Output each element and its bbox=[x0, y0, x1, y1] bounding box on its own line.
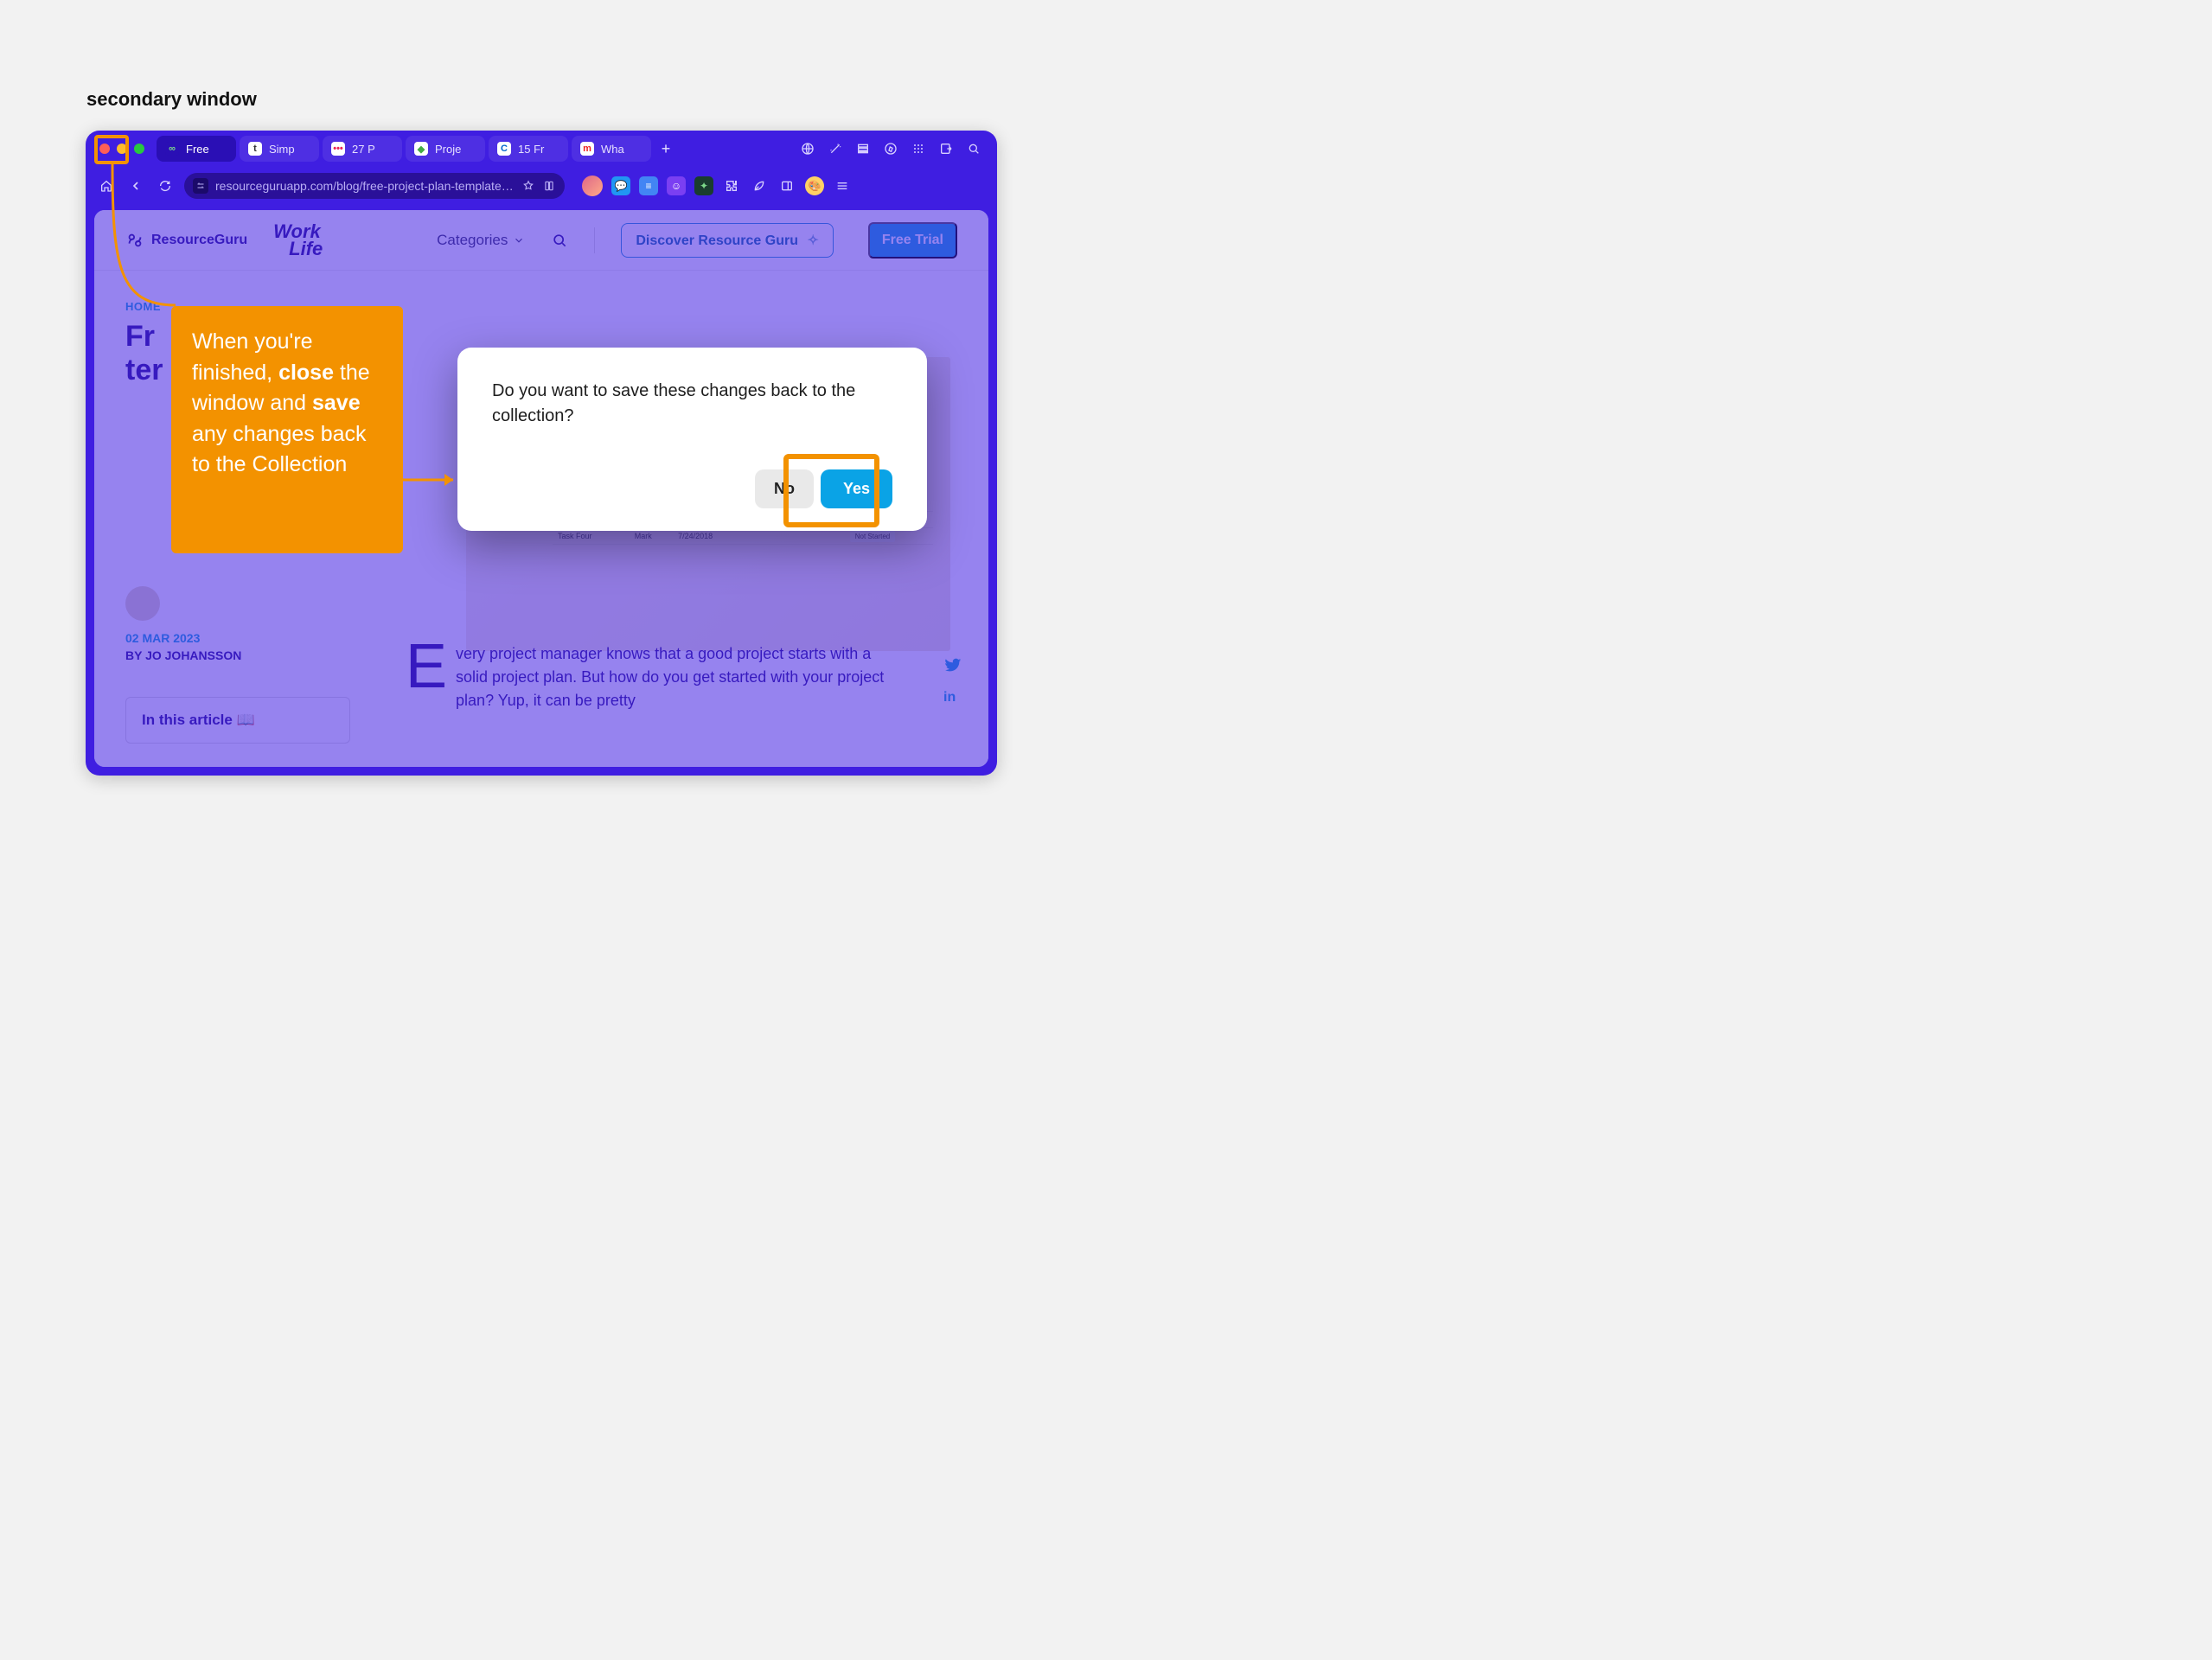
dropcap: E bbox=[406, 642, 447, 693]
menu-icon[interactable] bbox=[833, 176, 852, 195]
tab-favicon: ◆ bbox=[414, 142, 428, 156]
profile-avatar[interactable] bbox=[582, 176, 603, 196]
list-icon[interactable] bbox=[855, 141, 871, 156]
globe-icon[interactable] bbox=[800, 141, 815, 156]
logo-worklife[interactable]: Work Life bbox=[273, 223, 323, 258]
tab-favicon: C bbox=[497, 142, 511, 156]
save-changes-dialog: Do you want to save these changes back t… bbox=[457, 348, 927, 531]
site-header: ResourceGuru Work Life Categories Discov… bbox=[94, 210, 988, 271]
sidepanel-icon[interactable] bbox=[777, 176, 796, 195]
logo-worklife-line2: Life bbox=[289, 240, 323, 258]
article-body: E very project manager knows that a good… bbox=[406, 642, 898, 712]
search-icon[interactable] bbox=[551, 232, 568, 249]
extensions-puzzle-icon[interactable] bbox=[722, 176, 741, 195]
star-icon[interactable] bbox=[521, 179, 535, 193]
logo-resourceguru[interactable]: ResourceGuru bbox=[125, 231, 247, 250]
titlebar-actions bbox=[800, 141, 988, 156]
extension-icon[interactable]: ≡ bbox=[639, 176, 658, 195]
in-this-article-box[interactable]: In this article 📖 bbox=[125, 697, 350, 744]
tab-label: Free bbox=[186, 143, 209, 156]
export-icon[interactable] bbox=[938, 141, 954, 156]
categories-dropdown[interactable]: Categories bbox=[437, 232, 525, 249]
extension-icon[interactable]: 💬 bbox=[611, 176, 630, 195]
tab-label: Simp bbox=[269, 143, 295, 156]
compass-icon[interactable] bbox=[883, 141, 898, 156]
back-button[interactable] bbox=[125, 176, 146, 196]
home-button[interactable] bbox=[96, 176, 117, 196]
search-icon[interactable] bbox=[966, 141, 981, 156]
browser-toolbar: resourceguruapp.com/blog/free-project-pl… bbox=[86, 167, 997, 205]
tab-favicon: ••• bbox=[331, 142, 345, 156]
titlebar: ∞ Free t Simp ••• 27 P ◆ Proje C 15 Fr m… bbox=[86, 131, 997, 167]
browser-tab[interactable]: C 15 Fr bbox=[489, 136, 568, 162]
tab-favicon: t bbox=[248, 142, 262, 156]
sparkle-icon: ✧ bbox=[807, 233, 818, 248]
tab-favicon: ∞ bbox=[165, 142, 179, 156]
magic-wand-icon[interactable] bbox=[828, 141, 843, 156]
chevron-down-icon bbox=[513, 234, 525, 246]
install-app-icon[interactable] bbox=[542, 179, 556, 193]
address-url: resourceguruapp.com/blog/free-project-pl… bbox=[215, 179, 515, 193]
dialog-yes-button[interactable]: Yes bbox=[821, 469, 892, 508]
tab-favicon: m bbox=[580, 142, 594, 156]
site-settings-icon[interactable] bbox=[193, 178, 208, 194]
close-window-button[interactable] bbox=[99, 144, 110, 154]
dialog-text: Do you want to save these changes back t… bbox=[492, 379, 892, 429]
tab-label: Proje bbox=[435, 143, 461, 156]
new-tab-button[interactable]: + bbox=[655, 137, 677, 160]
reload-button[interactable] bbox=[155, 176, 176, 196]
browser-tab[interactable]: ••• 27 P bbox=[323, 136, 402, 162]
extension-icon[interactable]: ☺ bbox=[667, 176, 686, 195]
tab-strip: ∞ Free t Simp ••• 27 P ◆ Proje C 15 Fr m… bbox=[157, 136, 677, 162]
maximize-window-button[interactable] bbox=[134, 144, 144, 154]
leaf-icon[interactable] bbox=[750, 176, 769, 195]
window-controls bbox=[99, 144, 144, 154]
dialog-buttons: No Yes bbox=[492, 469, 892, 508]
extensions-row: 💬 ≡ ☺ ✦ 🎨 bbox=[582, 176, 852, 196]
minimize-window-button[interactable] bbox=[117, 144, 127, 154]
annotation-callout: When you're finished, close the window a… bbox=[171, 306, 403, 553]
grid-icon[interactable] bbox=[911, 141, 926, 156]
twitter-icon[interactable] bbox=[943, 655, 962, 674]
tab-label: 27 P bbox=[352, 143, 375, 156]
free-trial-button[interactable]: Free Trial bbox=[868, 222, 957, 259]
address-bar[interactable]: resourceguruapp.com/blog/free-project-pl… bbox=[184, 173, 565, 199]
discover-button[interactable]: Discover Resource Guru ✧ bbox=[621, 223, 833, 258]
author-avatar bbox=[125, 586, 160, 621]
categories-label: Categories bbox=[437, 232, 508, 249]
browser-tab[interactable]: ◆ Proje bbox=[406, 136, 485, 162]
discover-button-label: Discover Resource Guru bbox=[636, 233, 798, 248]
browser-tab[interactable]: ∞ Free bbox=[157, 136, 236, 162]
extension-icon[interactable]: ✦ bbox=[694, 176, 713, 195]
browser-tab[interactable]: t Simp bbox=[240, 136, 319, 162]
browser-tab[interactable]: m Wha bbox=[572, 136, 651, 162]
divider bbox=[594, 227, 595, 253]
share-column: in bbox=[943, 655, 962, 706]
tab-label: 15 Fr bbox=[518, 143, 544, 156]
article-text: very project manager knows that a good p… bbox=[456, 645, 884, 709]
page-title-label: secondary window bbox=[86, 88, 257, 111]
extension-icon[interactable]: 🎨 bbox=[805, 176, 824, 195]
dialog-no-button[interactable]: No bbox=[755, 469, 814, 508]
linkedin-icon[interactable]: in bbox=[943, 690, 962, 706]
tab-label: Wha bbox=[601, 143, 624, 156]
logo-text: ResourceGuru bbox=[151, 233, 247, 248]
